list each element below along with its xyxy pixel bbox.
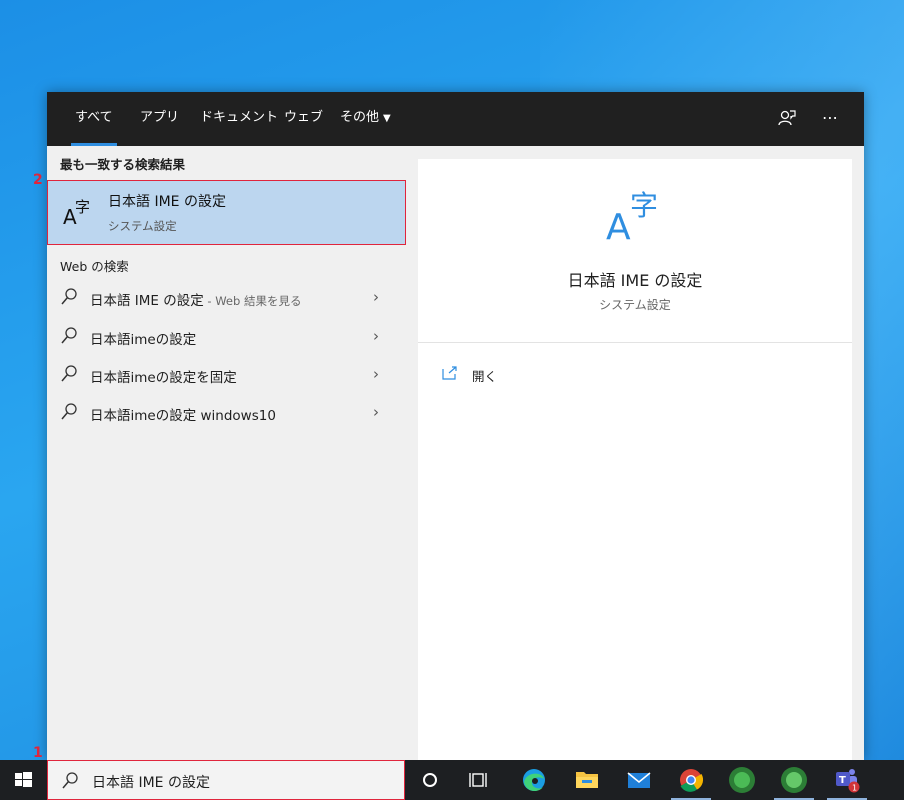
teams-badge: 1	[852, 784, 857, 793]
search-icon	[61, 288, 77, 305]
detail-title: 日本語 IME の設定	[567, 271, 703, 290]
windows-start-icon[interactable]	[0, 760, 47, 800]
result-detail-pane: A 字 日本語 IME の設定 システム設定 開く	[418, 159, 852, 760]
step-1-badge: 1	[33, 745, 43, 761]
web-search-item[interactable]: 日本語imeの設定を固定 ›	[47, 356, 407, 394]
tab-apps-label: アプリ	[140, 110, 180, 125]
open-label: 開く	[472, 369, 498, 384]
chrome-icon[interactable]	[667, 760, 715, 800]
chevron-right-icon: ›	[373, 327, 379, 345]
web-search-heading: Web の検索	[60, 259, 129, 274]
best-match-result[interactable]: A 字 日本語 IME の設定 システム設定	[47, 180, 406, 245]
edge-icon[interactable]	[510, 760, 558, 800]
tab-web[interactable]: ウェブ	[284, 92, 323, 146]
web-search-item-suffix: - Web 結果を見る	[203, 294, 302, 308]
detail-subtitle: システム設定	[599, 298, 671, 312]
web-search-item-text: 日本語 IME の設定	[90, 293, 204, 309]
web-search-item-text: 日本語imeの設定を固定	[90, 370, 237, 386]
best-match-title: 日本語 IME の設定	[108, 194, 226, 210]
taskbar-search-box[interactable]: 日本語 IME の設定	[47, 760, 405, 800]
chevron-down-icon: ▼	[383, 113, 391, 124]
tab-documents[interactable]: ドキュメント	[200, 92, 278, 146]
best-match-subtitle: システム設定	[108, 219, 177, 233]
web-search-item[interactable]: 日本語 IME の設定 - Web 結果を見る ›	[47, 279, 407, 317]
feedback-icon[interactable]	[776, 108, 798, 130]
teams-icon[interactable]: T 1	[823, 760, 871, 800]
search-icon	[61, 327, 77, 344]
svg-text:A: A	[606, 207, 631, 245]
chevron-right-icon: ›	[373, 365, 379, 383]
blurred-app-icon[interactable]	[770, 760, 818, 800]
taskbar: 日本語 IME の設定 T 1	[0, 760, 904, 800]
step-2-badge: 2	[33, 172, 43, 188]
tab-apps[interactable]: アプリ	[140, 92, 179, 146]
tab-web-label: ウェブ	[284, 110, 324, 125]
tab-more[interactable]: その他 ▼	[340, 92, 391, 146]
open-icon	[442, 366, 457, 380]
web-search-item[interactable]: 日本語imeの設定 windows10 ›	[47, 394, 407, 432]
tab-more-label: その他	[340, 110, 380, 125]
cortana-icon[interactable]	[406, 760, 454, 800]
file-explorer-icon[interactable]	[563, 760, 611, 800]
search-icon	[62, 772, 78, 789]
search-panel: すべて アプリ ドキュメント ウェブ その他 ▼ ⋯ 最も一致する検索結果 A 字…	[47, 92, 864, 760]
web-search-item[interactable]: 日本語imeの設定 ›	[47, 318, 407, 356]
ime-settings-icon: A 字	[63, 198, 90, 227]
blurred-app-icon[interactable]	[718, 760, 766, 800]
search-icon	[61, 403, 77, 420]
web-search-item-text: 日本語imeの設定	[90, 332, 197, 348]
chevron-right-icon: ›	[373, 288, 379, 306]
chevron-right-icon: ›	[373, 403, 379, 421]
svg-text:字: 字	[630, 189, 658, 222]
divider	[418, 342, 852, 343]
task-view-icon[interactable]	[455, 760, 503, 800]
search-tabs-bar: すべて アプリ ドキュメント ウェブ その他 ▼ ⋯	[47, 92, 864, 146]
ime-settings-icon: A 字	[606, 189, 658, 245]
results-list: 最も一致する検索結果 A 字 日本語 IME の設定 システム設定 Web の検…	[47, 146, 407, 760]
svg-text:字: 字	[75, 198, 90, 216]
web-search-item-text: 日本語imeの設定 windows10	[90, 408, 276, 424]
tab-documents-label: ドキュメント	[200, 110, 279, 125]
mail-icon[interactable]	[615, 760, 663, 800]
tab-all-label: すべて	[75, 110, 113, 125]
search-input[interactable]: 日本語 IME の設定	[92, 772, 210, 792]
more-options-icon[interactable]: ⋯	[819, 108, 841, 130]
best-match-heading: 最も一致する検索結果	[60, 157, 186, 172]
tab-all[interactable]: すべて	[71, 92, 117, 146]
svg-text:T: T	[839, 775, 846, 786]
search-icon	[61, 365, 77, 382]
